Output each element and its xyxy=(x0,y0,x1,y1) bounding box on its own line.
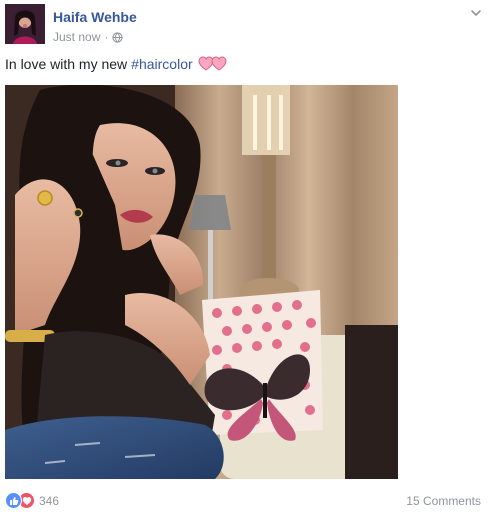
reactions-summary[interactable]: 346 xyxy=(5,492,59,509)
post-meta: Just now · xyxy=(53,30,123,44)
post-footer: 346 15 Comments xyxy=(5,489,483,513)
post-text-body: In love with my new xyxy=(5,56,128,72)
globe-icon[interactable] xyxy=(112,31,123,43)
chevron-down-icon[interactable] xyxy=(469,6,483,20)
two-hearts-icon xyxy=(198,56,228,72)
post-card: Haifa Wehbe Just now · In love with my n… xyxy=(0,0,488,516)
hashtag-link[interactable]: #haircolor xyxy=(131,56,192,72)
comment-count-link[interactable]: 15 Comments xyxy=(406,494,481,508)
reaction-count: 346 xyxy=(39,493,60,508)
meta-separator: · xyxy=(104,30,109,44)
author-name[interactable]: Haifa Wehbe xyxy=(53,9,137,25)
selfie-photo[interactable] xyxy=(5,85,398,479)
avatar[interactable] xyxy=(5,4,45,44)
post-text: In love with my new #haircolor xyxy=(5,56,228,72)
post-header: Haifa Wehbe Just now · xyxy=(5,4,483,46)
timestamp[interactable]: Just now xyxy=(53,30,100,44)
like-icon xyxy=(5,492,22,509)
